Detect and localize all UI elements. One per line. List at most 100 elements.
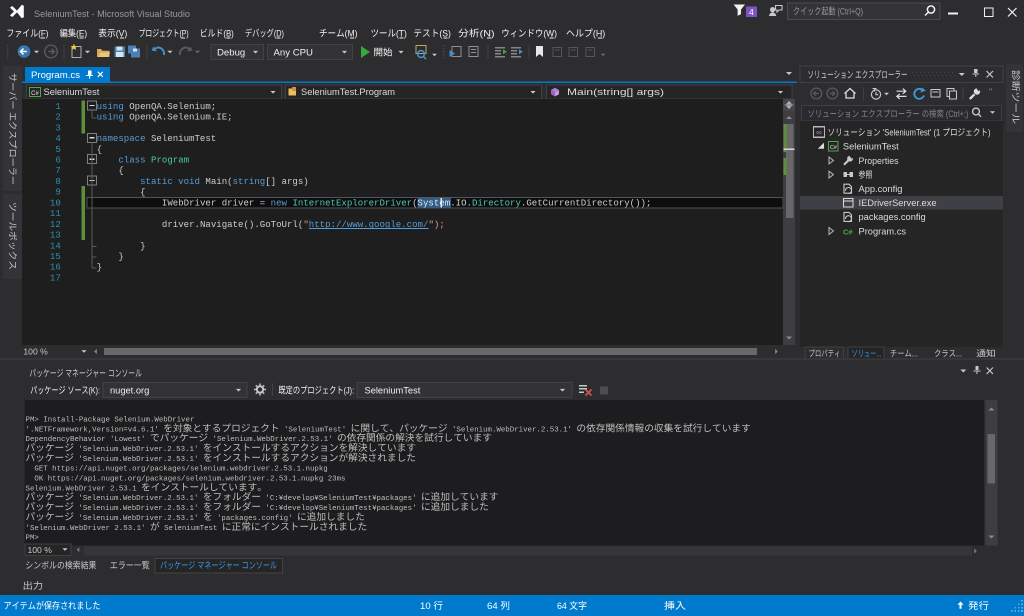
svg-text:100 %: 100 % xyxy=(28,545,53,555)
svg-text:17: 17 xyxy=(50,272,61,283)
svg-text:編集(E): 編集(E) xyxy=(60,25,88,39)
svg-text:デバッグ(D): デバッグ(D) xyxy=(245,25,284,39)
svg-text:ファイル(F): ファイル(F) xyxy=(6,25,48,39)
svg-text:string: string xyxy=(233,176,266,187)
svg-text:ツール(T): ツール(T) xyxy=(371,25,407,39)
svg-text:クラス...: クラス... xyxy=(934,347,962,360)
svg-text:SeleniumTest: SeleniumTest xyxy=(146,133,217,144)
svg-text:10: 10 xyxy=(50,197,61,208)
svg-text:IEDriverServer.exe: IEDriverServer.exe xyxy=(859,198,937,208)
svg-text:ツールボックス: ツールボックス xyxy=(7,202,21,270)
svg-text:{: { xyxy=(97,144,102,155)
svg-text:11: 11 xyxy=(50,208,61,219)
svg-text:Program: Program xyxy=(151,155,189,166)
svg-text:OpenQA.Selenium;: OpenQA.Selenium; xyxy=(124,101,216,112)
svg-text:namespace: namespace xyxy=(97,133,146,144)
svg-text:new: new xyxy=(271,197,288,208)
svg-text:ソリューション エクスプローラー の検索 (Ctrl+;): ソリューション エクスプローラー の検索 (Ctrl+;) xyxy=(808,106,969,120)
svg-text:プロジェクト(P): プロジェクト(P) xyxy=(139,25,189,39)
svg-text:Properties: Properties xyxy=(859,156,899,166)
svg-text:{: { xyxy=(140,187,145,198)
svg-text:サーバー エクスプローラー: サーバー エクスプローラー xyxy=(7,73,21,185)
svg-text:10 行: 10 行 xyxy=(420,598,443,612)
svg-text:GET https://api.nuget.org/pack: GET https://api.nuget.org/packages/selen… xyxy=(34,466,327,474)
svg-text:ヘルプ(H): ヘルプ(H) xyxy=(566,25,605,39)
svg-text:診断ツール: 診断ツール xyxy=(1010,70,1024,124)
svg-text:");: "); xyxy=(428,219,444,230)
svg-text:5: 5 xyxy=(55,144,60,155)
svg-text:SeleniumTest - Microsoft Visua: SeleniumTest - Microsoft Visual Studio xyxy=(34,9,190,20)
svg-text:{: { xyxy=(118,165,123,176)
svg-text:表示(V): 表示(V) xyxy=(98,25,127,39)
svg-text:Debug: Debug xyxy=(217,47,245,58)
svg-text:100 %: 100 % xyxy=(23,347,48,357)
svg-text:Program.cs: Program.cs xyxy=(31,70,80,81)
svg-text:OpenQA.Selenium.IE;: OpenQA.Selenium.IE; xyxy=(124,112,233,123)
svg-text:パッケージ マネージャー コンソール: パッケージ マネージャー コンソール xyxy=(29,366,142,380)
svg-text:static void: static void xyxy=(140,176,200,187)
svg-text:6: 6 xyxy=(55,155,60,166)
svg-text:分析(N): 分析(N) xyxy=(458,25,494,39)
svg-text:C#: C# xyxy=(843,228,853,237)
svg-text:Main(string[] args): Main(string[] args) xyxy=(567,87,664,97)
svg-text:プロパティ: プロパティ xyxy=(809,347,841,360)
svg-text:挿入: 挿入 xyxy=(664,598,686,612)
svg-text:SeleniumTest.Program: SeleniumTest.Program xyxy=(301,87,395,97)
svg-text:出力: 出力 xyxy=(23,578,44,592)
svg-text:class: class xyxy=(118,155,145,166)
svg-text:ソリューション エクスプローラー: ソリューション エクスプローラー xyxy=(808,67,908,81)
svg-text:ビルド(B): ビルド(B) xyxy=(200,25,234,39)
svg-text:C#: C# xyxy=(830,145,837,151)
svg-text:}: } xyxy=(118,251,123,262)
svg-text:App.config: App.config xyxy=(859,184,903,194)
svg-text:∞: ∞ xyxy=(816,128,822,137)
svg-text:チーム...: チーム... xyxy=(890,347,918,360)
svg-text:発行: 発行 xyxy=(968,598,989,612)
svg-text:エラー一覧: エラー一覧 xyxy=(110,558,150,572)
svg-text:Any CPU: Any CPU xyxy=(274,47,314,58)
svg-text:2: 2 xyxy=(55,112,60,123)
svg-text:.GetCurrentDirectory());: .GetCurrentDirectory()); xyxy=(521,197,652,208)
svg-text:System: System xyxy=(418,197,451,208)
svg-text:既定のプロジェクト(J):: 既定のプロジェクト(J): xyxy=(278,382,354,396)
svg-text:アイテムが保存されました: アイテムが保存されました xyxy=(4,598,101,612)
svg-text:C#: C# xyxy=(31,91,39,97)
svg-text:64 文字: 64 文字 xyxy=(557,598,587,612)
svg-text:8: 8 xyxy=(55,176,60,187)
svg-text:12: 12 xyxy=(50,219,61,230)
svg-text:SeleniumTest: SeleniumTest xyxy=(365,385,421,395)
svg-text:3: 3 xyxy=(55,122,60,133)
svg-text:チーム(M): チーム(M) xyxy=(319,25,358,39)
svg-text:テスト(S): テスト(S) xyxy=(413,25,451,39)
svg-text:Main(: Main( xyxy=(205,176,232,187)
svg-text:Program.cs: Program.cs xyxy=(859,226,907,236)
svg-text:}: } xyxy=(97,262,102,273)
svg-text:参照: 参照 xyxy=(859,167,873,181)
svg-text:PM>: PM> xyxy=(26,535,40,543)
svg-text:ソリュー...: ソリュー... xyxy=(852,347,882,360)
svg-text:SeleniumTest: SeleniumTest xyxy=(843,142,899,152)
svg-text:using: using xyxy=(97,101,124,112)
svg-text:[] args): [] args) xyxy=(265,176,309,187)
svg-text:.IO.: .IO. xyxy=(450,197,472,208)
svg-text:ソリューション 'SeleniumTest' (1 プロジェ: ソリューション 'SeleniumTest' (1 プロジェクト) xyxy=(828,125,991,139)
svg-text:7: 7 xyxy=(55,165,60,176)
svg-text:シンボルの検索結果: シンボルの検索結果 xyxy=(25,558,96,572)
svg-text:nuget.org: nuget.org xyxy=(110,385,149,395)
svg-text:SeleniumTest: SeleniumTest xyxy=(44,87,100,97)
svg-text:通知: 通知 xyxy=(976,347,996,360)
svg-text:13: 13 xyxy=(50,230,61,241)
svg-text:driver.Navigate().GoToUrl(: driver.Navigate().GoToUrl( xyxy=(162,219,303,230)
svg-text:}: } xyxy=(140,240,145,251)
svg-text:1: 1 xyxy=(55,101,60,112)
svg-text:4: 4 xyxy=(749,7,754,17)
svg-text:Directory: Directory xyxy=(472,197,522,208)
svg-text:packages.config: packages.config xyxy=(859,212,926,222)
svg-text:パッケージ マネージャー コンソール: パッケージ マネージャー コンソール xyxy=(160,558,277,572)
svg-text:16: 16 xyxy=(50,262,61,273)
svg-text:9: 9 xyxy=(55,187,60,198)
svg-text:パッケージ ソース(K):: パッケージ ソース(K): xyxy=(30,382,100,396)
svg-text:クイック起動 (Ctrl+Q): クイック起動 (Ctrl+Q) xyxy=(793,4,863,18)
svg-text:15: 15 xyxy=(50,251,61,262)
svg-text:": " xyxy=(989,87,992,97)
